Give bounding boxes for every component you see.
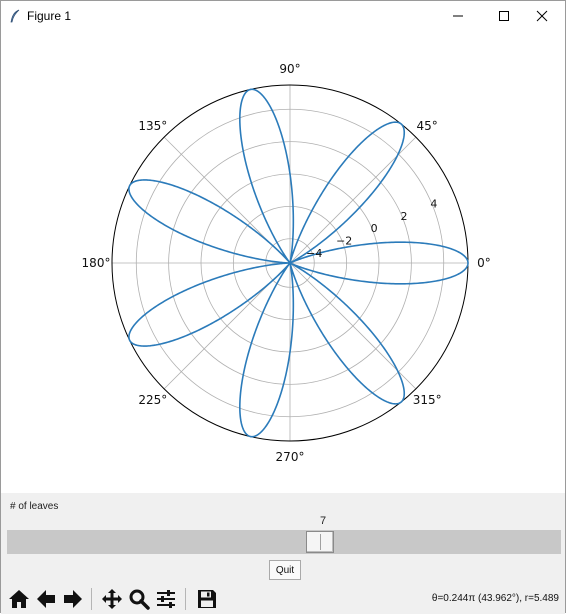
back-button[interactable] bbox=[34, 587, 58, 611]
slider-value: 7 bbox=[319, 515, 327, 527]
save-button[interactable] bbox=[195, 587, 219, 611]
toolbar-separator bbox=[91, 588, 92, 610]
forward-button[interactable] bbox=[61, 587, 85, 611]
save-icon bbox=[198, 590, 216, 608]
quit-button[interactable]: Quit bbox=[269, 560, 301, 580]
radial-tick-label: −4 bbox=[306, 247, 322, 260]
home-button[interactable] bbox=[7, 587, 31, 611]
navigation-toolbar: θ=0.244π (43.962°), r=5.489 bbox=[1, 584, 565, 614]
home-icon bbox=[9, 590, 29, 608]
radial-tick-label: 4 bbox=[430, 197, 437, 210]
configure-subplots-button[interactable] bbox=[154, 587, 178, 611]
angular-tick-label: 315° bbox=[413, 393, 442, 407]
angular-tick-label: 225° bbox=[138, 393, 167, 407]
controls-panel: # of leaves 7 Quit bbox=[1, 493, 565, 584]
forward-icon bbox=[64, 590, 82, 608]
angular-tick-label: 135° bbox=[138, 119, 167, 133]
angular-tick-label: 90° bbox=[279, 62, 300, 76]
angular-tick-label: 270° bbox=[276, 450, 305, 464]
window-title: Figure 1 bbox=[27, 9, 72, 23]
pan-button[interactable] bbox=[100, 587, 124, 611]
configure-subplots-icon bbox=[157, 590, 175, 608]
radial-tick-label: −2 bbox=[336, 235, 352, 248]
cursor-coordinates: θ=0.244π (43.962°), r=5.489 bbox=[431, 593, 559, 604]
zoom-icon bbox=[129, 589, 150, 610]
toolbar-separator bbox=[185, 588, 186, 610]
zoom-button[interactable] bbox=[127, 587, 151, 611]
figure-window: Figure 1 0° 45° 90° 135° 180° 225° 270° 315° −4 −… bbox=[0, 0, 566, 614]
back-icon bbox=[37, 590, 55, 608]
minimize-icon bbox=[453, 15, 463, 17]
radial-tick-label: 2 bbox=[400, 210, 407, 223]
slider-label: # of leaves bbox=[10, 501, 59, 512]
radial-tick-label: 0 bbox=[371, 222, 378, 235]
angular-tick-label: 180° bbox=[82, 256, 111, 270]
angular-tick-label: 0° bbox=[477, 256, 491, 270]
angular-tick-label: 45° bbox=[417, 119, 438, 133]
leaves-slider-handle[interactable] bbox=[306, 531, 334, 553]
title-bar: Figure 1 bbox=[1, 1, 565, 31]
leaves-slider-track[interactable] bbox=[7, 530, 561, 554]
polar-chart[interactable]: 0° 45° 90° 135° 180° 225° 270° 315° −4 −2 0 2 4 bbox=[1, 31, 565, 493]
figure-canvas[interactable]: 0° 45° 90° 135° 180° 225° 270° 315° −4 −2 0 2 4 bbox=[1, 31, 565, 493]
minimize-button[interactable] bbox=[435, 1, 481, 31]
pan-icon bbox=[102, 589, 122, 609]
close-icon bbox=[536, 10, 548, 22]
close-button[interactable] bbox=[519, 1, 565, 31]
maximize-icon bbox=[499, 11, 509, 21]
feather-icon bbox=[8, 9, 22, 23]
